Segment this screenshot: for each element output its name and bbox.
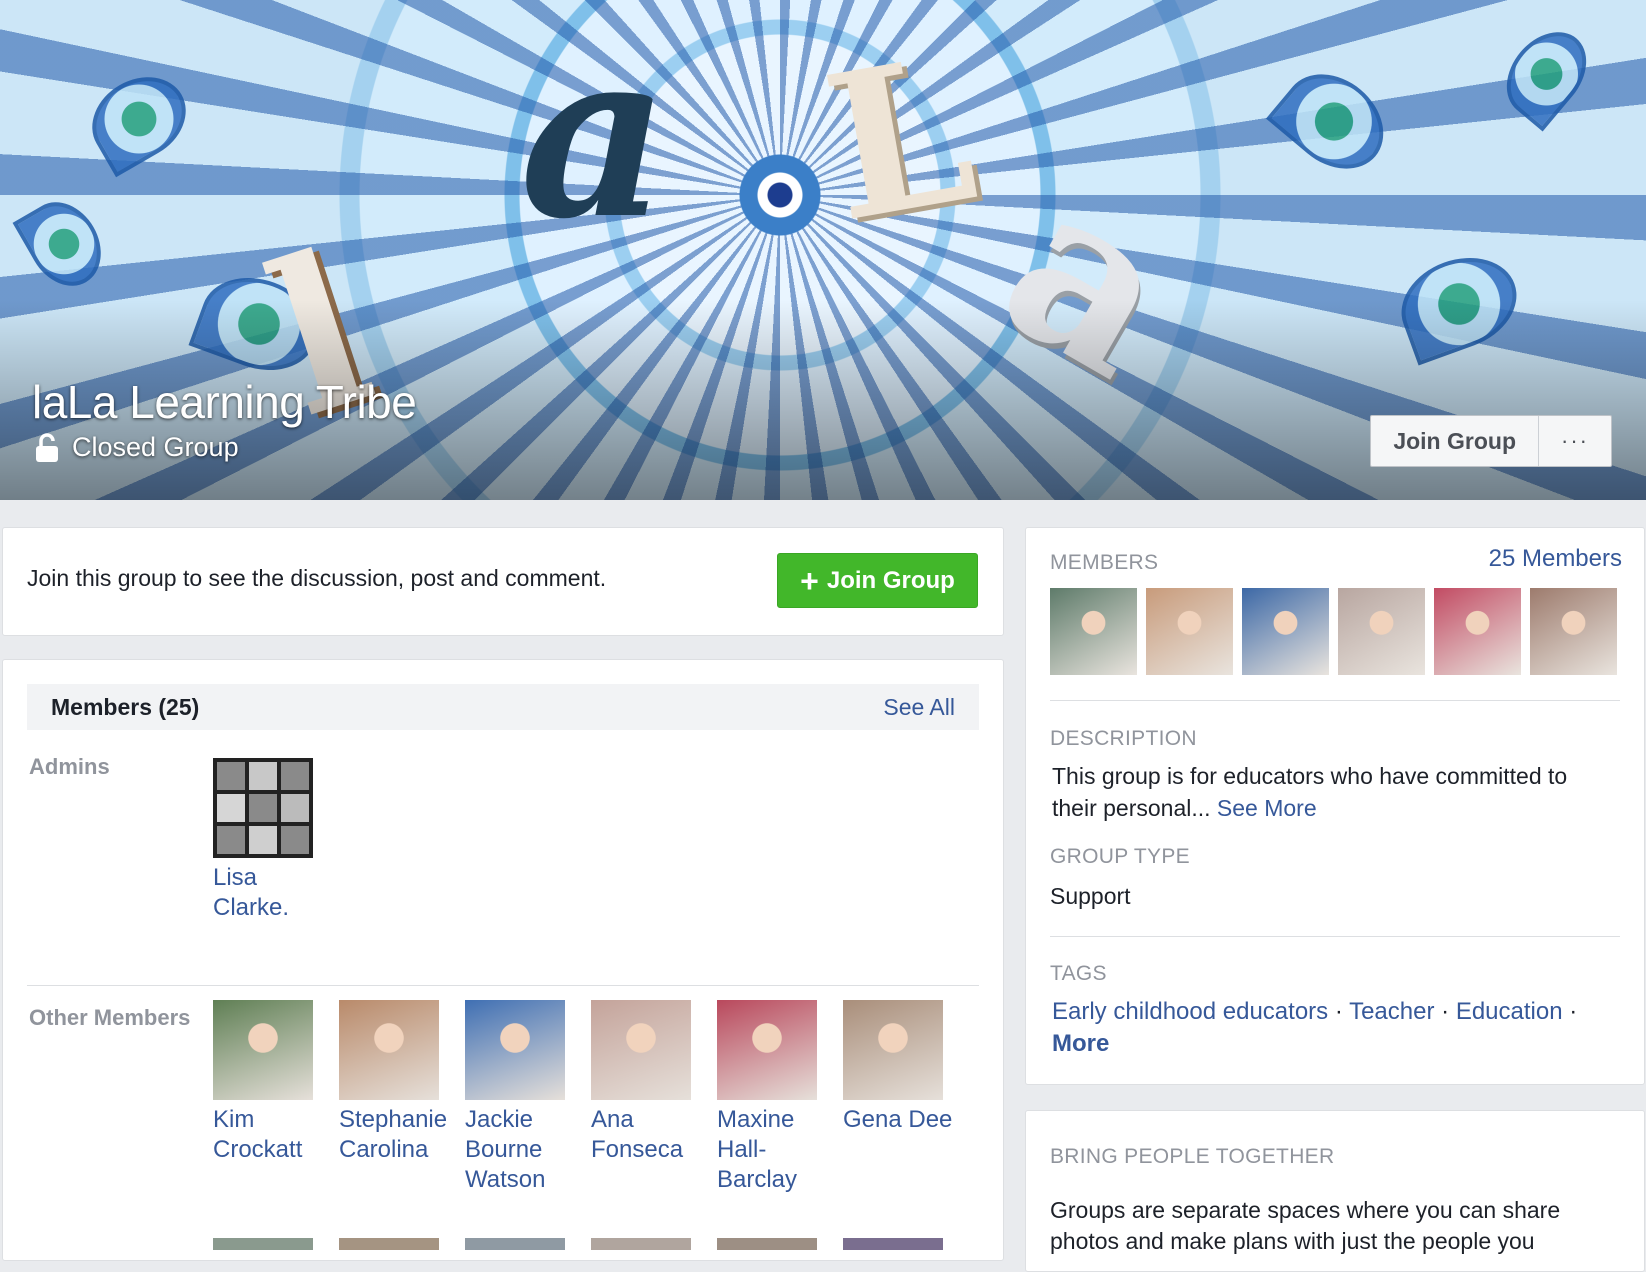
members-divider (27, 985, 979, 986)
avatar[interactable] (213, 1238, 313, 1250)
sidebar-divider (1050, 700, 1620, 701)
member-thumbnail-strip (1050, 588, 1617, 675)
privacy-row: Closed Group (34, 432, 239, 463)
member-name-line[interactable]: Gena Dee (843, 1105, 963, 1135)
cover-actions: Join Group ··· (1370, 415, 1612, 467)
member-avatar[interactable] (591, 1000, 691, 1100)
tag-link[interactable]: Teacher (1349, 998, 1434, 1025)
tag-link[interactable]: Education (1456, 998, 1563, 1025)
admin-avatar[interactable] (213, 758, 313, 858)
other-members-label: Other Members (29, 1005, 191, 1030)
cover-join-button[interactable]: Join Group (1371, 416, 1539, 466)
member-name-line[interactable]: Carolina (339, 1135, 459, 1165)
member-thumbnail[interactable] (1050, 588, 1137, 675)
member-name-line[interactable]: Hall- (717, 1135, 837, 1165)
ellipsis-icon: ··· (1561, 428, 1589, 453)
member-avatar[interactable] (465, 1000, 565, 1100)
other-member[interactable]: Maxine Hall- Barclay (717, 1000, 837, 1195)
join-prompt-text: Join this group to see the discussion, p… (27, 565, 607, 591)
tags-more-link[interactable]: More (1052, 1030, 1109, 1057)
next-row-avatars (213, 1238, 943, 1250)
paisley-decoration (1265, 54, 1403, 189)
see-more-link[interactable]: See More (1217, 795, 1317, 821)
tag-separator: · (1569, 998, 1578, 1025)
avatar[interactable] (591, 1238, 691, 1250)
tag-separator: · (1441, 998, 1456, 1025)
member-name-line[interactable]: Fonseca (591, 1135, 711, 1165)
members-header: Members (25) See All (27, 684, 979, 730)
member-avatar[interactable] (717, 1000, 817, 1100)
group-title[interactable]: laLa Learning Tribe (32, 375, 417, 429)
admin-name-line1[interactable]: Lisa (213, 863, 333, 893)
admin-member[interactable]: Lisa Clarke. (213, 758, 333, 923)
member-name-line[interactable]: Crockatt (213, 1135, 333, 1165)
sidebar-members-label: MEMBERS (1050, 551, 1159, 574)
cover-photo: l a L a laLa Learning Tribe Closed Group… (0, 0, 1646, 500)
members-card: Members (25) See All Admins Lisa Clarke.… (2, 659, 1004, 1261)
other-member[interactable]: Ana Fonseca (591, 1000, 711, 1165)
tag-link[interactable]: Early childhood educators (1052, 998, 1328, 1025)
see-all-link[interactable]: See All (883, 694, 955, 721)
paisley-decoration (12, 188, 116, 300)
avatar[interactable] (843, 1238, 943, 1250)
description-text: This group is for educators who have com… (1052, 760, 1612, 824)
more-options-button[interactable]: ··· (1539, 416, 1611, 466)
member-thumbnail[interactable] (1146, 588, 1233, 675)
join-prompt-card: Join this group to see the discussion, p… (2, 527, 1004, 636)
paisley-decoration (77, 60, 201, 178)
group-type-label: GROUP TYPE (1050, 845, 1190, 868)
other-member[interactable]: Kim Crockatt (213, 1000, 333, 1165)
member-name-line[interactable]: Ana (591, 1105, 711, 1135)
other-member[interactable]: Stephanie Carolina (339, 1000, 459, 1165)
admins-label: Admins (29, 754, 110, 779)
avatar[interactable] (717, 1238, 817, 1250)
description-label: DESCRIPTION (1050, 727, 1197, 750)
member-name-line[interactable]: Barclay (717, 1165, 837, 1195)
member-thumbnail[interactable] (1242, 588, 1329, 675)
privacy-label: Closed Group (72, 432, 239, 462)
other-member[interactable]: Gena Dee (843, 1000, 963, 1135)
tags-label: TAGS (1050, 962, 1107, 985)
tag-separator: · (1334, 998, 1350, 1025)
plus-icon: + (800, 562, 819, 599)
avatar[interactable] (339, 1238, 439, 1250)
join-group-label: Join Group (826, 566, 955, 594)
member-thumbnail[interactable] (1434, 588, 1521, 675)
group-type-value: Support (1050, 883, 1131, 909)
member-thumbnail[interactable] (1338, 588, 1425, 675)
sidebar-divider (1050, 936, 1620, 937)
paisley-decoration (1490, 16, 1603, 132)
member-name-line[interactable]: Kim (213, 1105, 333, 1135)
member-avatar[interactable] (339, 1000, 439, 1100)
admin-name-line2[interactable]: Clarke. (213, 893, 333, 923)
member-avatar[interactable] (843, 1000, 943, 1100)
bring-people-text: Groups are separate spaces where you can… (1050, 1197, 1561, 1254)
about-card: MEMBERS 25 Members DESCRIPTION This grou… (1025, 527, 1645, 1085)
cover-letter-a: a (520, 0, 670, 270)
cover-letter-L: L (810, 11, 990, 268)
member-name-line[interactable]: Bourne (465, 1135, 585, 1165)
member-thumbnail[interactable] (1530, 588, 1617, 675)
member-name-line[interactable]: Watson (465, 1165, 585, 1195)
join-group-button[interactable]: + Join Group (777, 553, 978, 608)
other-member[interactable]: Jackie Bourne Watson (465, 1000, 585, 1195)
avatar[interactable] (465, 1238, 565, 1250)
member-name-line[interactable]: Maxine (717, 1105, 837, 1135)
bring-people-card: BRING PEOPLE TOGETHER Groups are separat… (1025, 1110, 1645, 1272)
member-avatar[interactable] (213, 1000, 313, 1100)
member-name-line[interactable]: Stephanie (339, 1105, 459, 1135)
members-title[interactable]: Members (25) (51, 694, 199, 721)
tags-list: Early childhood educators · Teacher · Ed… (1052, 996, 1622, 1060)
member-name-line[interactable]: Jackie (465, 1105, 585, 1135)
unlock-icon (36, 432, 58, 462)
members-count-link[interactable]: 25 Members (1489, 545, 1622, 573)
bring-people-label: BRING PEOPLE TOGETHER (1050, 1145, 1335, 1168)
